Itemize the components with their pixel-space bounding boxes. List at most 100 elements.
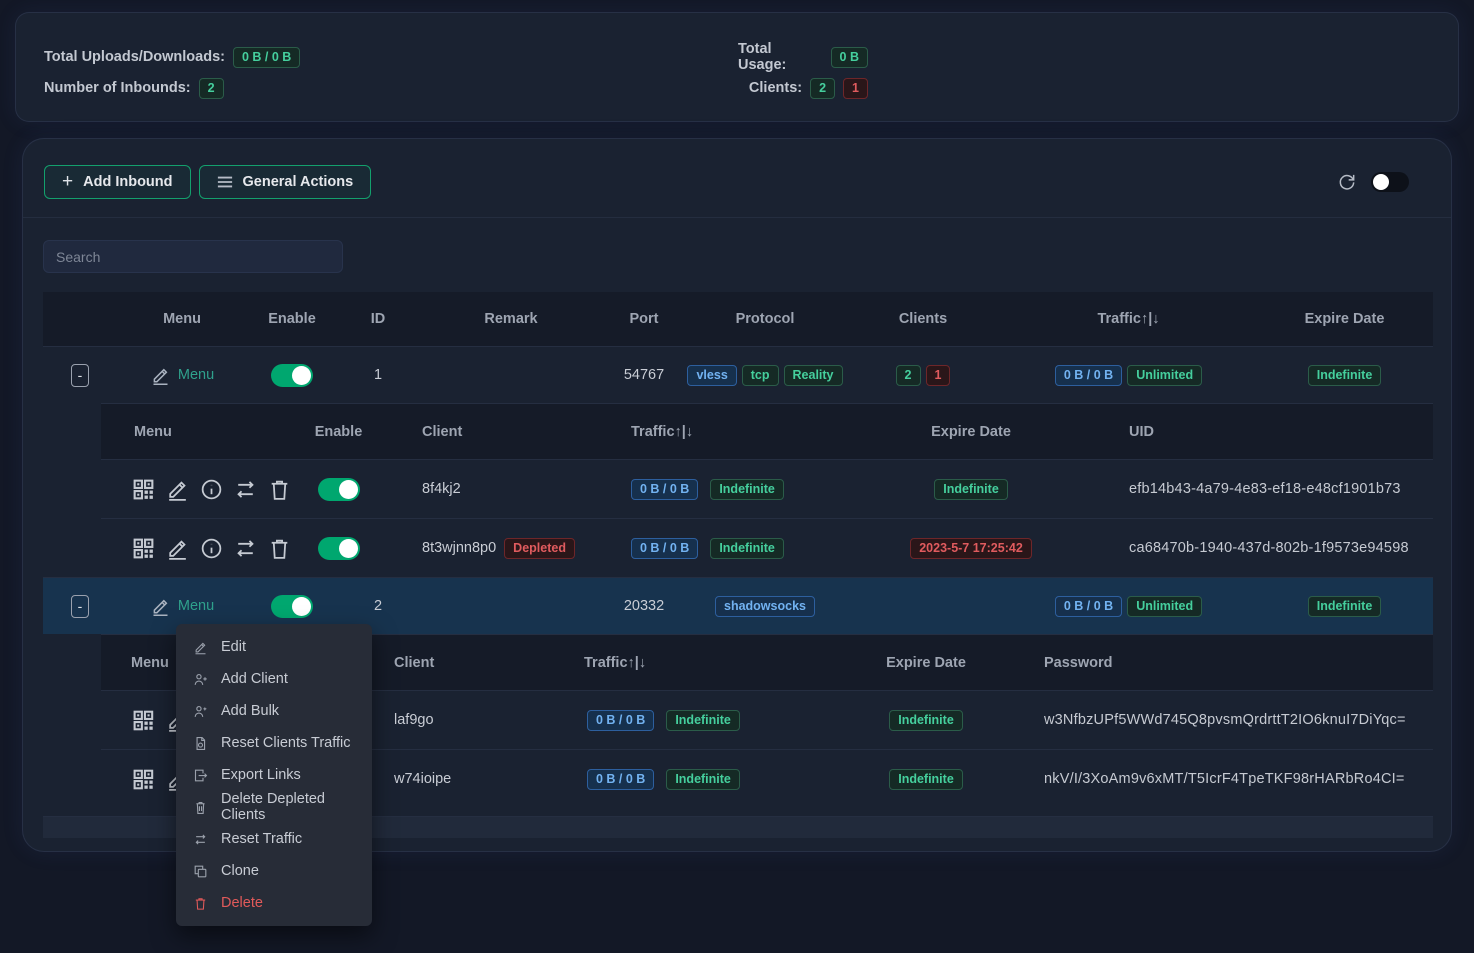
header-password: Password (1011, 655, 1433, 671)
menu-item-reset-traffic[interactable]: Reset Traffic (176, 823, 372, 855)
traffic-total-tag: Unlimited (1127, 365, 1202, 386)
header-menu: Menu (101, 424, 301, 440)
search-input[interactable] (43, 240, 343, 273)
traffic-total-tag: Indefinite (710, 538, 784, 559)
reset-traffic-icon[interactable] (233, 536, 258, 561)
client-enable-toggle[interactable] (318, 478, 360, 501)
header-traffic-sortable[interactable]: Traffic↑|↓ (1001, 311, 1256, 327)
person-plus-icon (193, 672, 208, 687)
expire-tag: Indefinite (889, 769, 963, 790)
stat-value-badge: 0 B / 0 B (233, 47, 300, 68)
inbound-enable-toggle[interactable] (271, 595, 313, 618)
menu-item-delete[interactable]: Delete (176, 887, 372, 919)
header-uid: UID (1081, 424, 1433, 440)
delete-icon[interactable] (267, 477, 292, 502)
panel-page: Total Uploads/Downloads: 0 B / 0 B Numbe… (0, 0, 1474, 852)
qr-code-icon[interactable] (131, 708, 156, 733)
menu-item-export-links[interactable]: Export Links (176, 759, 372, 791)
dark-mode-toggle[interactable] (1371, 172, 1409, 192)
edit-pencil-icon (150, 365, 171, 386)
header-expire-date: Expire Date (841, 655, 1011, 671)
clients-active-badge: 2 (810, 78, 835, 99)
header-clients: Clients (845, 311, 1001, 327)
stats-right: Total Usage: 0 B Clients: 2 1 (738, 44, 868, 106)
security-tag: Reality (784, 365, 843, 386)
document-reset-icon (193, 736, 208, 751)
protocol-tag: vless (687, 365, 736, 386)
header-enable: Enable (247, 311, 337, 327)
expire-tag: Indefinite (934, 479, 1008, 500)
traffic-total-tag: Indefinite (710, 479, 784, 500)
edit-pencil-icon[interactable] (165, 477, 190, 502)
client-name: 8f4kj2 (376, 481, 561, 497)
reset-arrows-icon (193, 832, 208, 847)
stat-label: Total Usage: (738, 41, 823, 73)
qr-code-icon[interactable] (131, 767, 156, 792)
info-icon[interactable] (199, 536, 224, 561)
expire-tag: Indefinite (1308, 596, 1382, 617)
delete-icon[interactable] (267, 536, 292, 561)
inbound-enable-toggle[interactable] (271, 364, 313, 387)
refresh-icon[interactable] (1337, 172, 1357, 192)
menu-item-clone[interactable]: Clone (176, 855, 372, 887)
qr-code-icon[interactable] (131, 477, 156, 502)
header-port: Port (603, 311, 685, 327)
network-tag: tcp (742, 365, 779, 386)
stats-card: Total Uploads/Downloads: 0 B / 0 B Numbe… (15, 12, 1459, 122)
client-enable-toggle[interactable] (318, 537, 360, 560)
header-client: Client (376, 424, 561, 440)
clients-depleted-badge: 1 (843, 78, 868, 99)
stat-label: Number of Inbounds: (44, 80, 191, 96)
menu-item-add-bulk[interactable]: Add Bulk (176, 695, 372, 727)
person-star-icon (193, 704, 208, 719)
stat-label: Total Uploads/Downloads: (44, 49, 225, 65)
expire-tag: 2023-5-7 17:25:42 (910, 538, 1032, 559)
inbounds-card: + Add Inbound General Actions Menu Enabl… (22, 138, 1452, 852)
inbound-id: 1 (337, 367, 419, 383)
client-password: nkV/I/3XoAm9v6xMT/T5IcrF4TpeTKF98rHARbRo… (1011, 771, 1433, 787)
general-actions-button[interactable]: General Actions (199, 165, 372, 199)
collapse-row-button[interactable]: - (71, 595, 89, 618)
menu-item-delete-depleted-clients[interactable]: Delete Depleted Clients (176, 791, 372, 823)
client-password: w3NfbzUPf5WWd745Q8pvsmQrdrttT2IO6knuI7Di… (1011, 712, 1433, 728)
hamburger-icon (217, 175, 233, 189)
traffic-total-tag: Indefinite (666, 769, 740, 790)
menu-item-edit[interactable]: Edit (176, 631, 372, 663)
inbound-row-1: - Menu 1 54767 vless tcp Reality 2 (43, 346, 1433, 403)
trash-icon (193, 896, 208, 911)
traffic-tag: 0 B / 0 B (587, 710, 654, 731)
trash-lines-icon (193, 800, 208, 815)
info-icon[interactable] (199, 477, 224, 502)
header-protocol: Protocol (685, 311, 845, 327)
add-inbound-button[interactable]: + Add Inbound (44, 165, 191, 199)
protocol-tag: shadowsocks (715, 596, 815, 617)
inbound-port: 54767 (603, 367, 685, 383)
edit-pencil-icon[interactable] (165, 536, 190, 561)
general-actions-label: General Actions (243, 174, 354, 190)
client-name: 8t3wjnn8p0 (422, 540, 496, 556)
inbound-id: 2 (337, 598, 419, 614)
menu-item-add-client[interactable]: Add Client (176, 663, 372, 695)
header-traffic-sortable[interactable]: Traffic↑|↓ (561, 424, 861, 440)
clients-subtable-1: Menu Enable Client Traffic↑|↓ Expire Dat… (101, 403, 1433, 577)
qr-code-icon[interactable] (131, 536, 156, 561)
export-icon (193, 768, 208, 783)
header-menu: Menu (117, 311, 247, 327)
inbound-menu-link[interactable]: Menu (150, 596, 214, 617)
client-row: 8f4kj2 0 B / 0 B Indefinite Indefinite e… (101, 459, 1433, 518)
menu-link-label: Menu (178, 598, 214, 614)
inbound-menu-link[interactable]: Menu (150, 365, 214, 386)
collapse-row-button[interactable]: - (71, 364, 89, 387)
traffic-total-tag: Indefinite (666, 710, 740, 731)
header-enable: Enable (301, 424, 376, 440)
client-name: laf9go (371, 712, 561, 728)
stat-value-badge: 2 (199, 78, 224, 99)
stat-total-usage: Total Usage: 0 B (738, 44, 868, 70)
traffic-tag: 0 B / 0 B (631, 538, 698, 559)
menu-item-reset-clients-traffic[interactable]: Reset Clients Traffic (176, 727, 372, 759)
header-traffic-sortable[interactable]: Traffic↑|↓ (561, 655, 841, 671)
stat-clients: Clients: 2 1 (749, 75, 868, 101)
traffic-total-tag: Unlimited (1127, 596, 1202, 617)
reset-traffic-icon[interactable] (233, 477, 258, 502)
stat-value-badge: 0 B (831, 47, 868, 68)
